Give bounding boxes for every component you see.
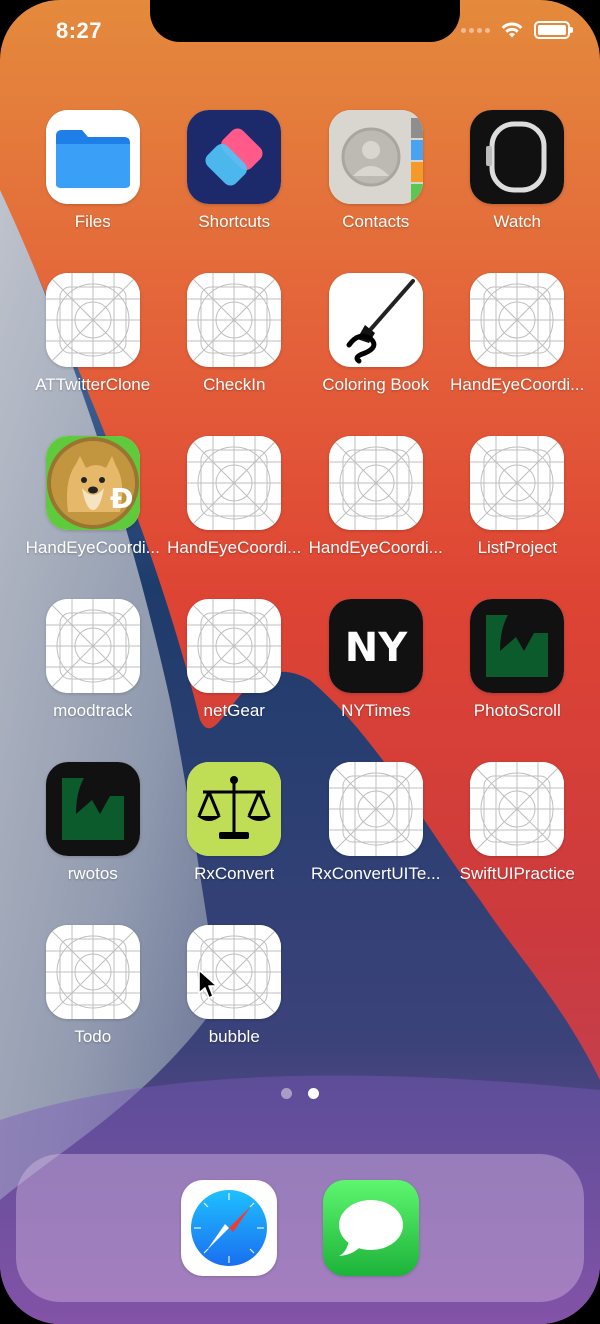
- app-rxconvert[interactable]: RxConvert: [164, 762, 306, 884]
- app-label: HandEyeCoordi...: [308, 538, 443, 557]
- files-icon: [45, 110, 140, 204]
- app-label: Contacts: [342, 212, 410, 231]
- app-label: CheckIn: [203, 375, 266, 394]
- app-handeyecoordi[interactable]: HandEyeCoordi...: [305, 436, 447, 558]
- app-nytimes[interactable]: NY NYTimes: [305, 599, 447, 721]
- app-files[interactable]: Files: [22, 110, 164, 232]
- app-label: HandEyeCoordi...: [25, 538, 160, 557]
- app-label: netGear: [203, 701, 265, 720]
- app-coloring-book[interactable]: Coloring Book: [305, 273, 447, 395]
- app-attwitterclone[interactable]: ATTwitterClone: [22, 273, 164, 395]
- placeholder-app-icon: [187, 273, 282, 367]
- contacts-icon: [328, 110, 423, 204]
- app-label: Watch: [493, 212, 542, 231]
- safari-compass-icon: [191, 1190, 267, 1266]
- app-label: Shortcuts: [198, 212, 271, 231]
- app-label: ATTwitterClone: [35, 375, 151, 394]
- photoscroll-icon: [470, 599, 565, 693]
- status-icons: [461, 21, 573, 39]
- app-watch[interactable]: Watch: [447, 110, 589, 232]
- app-moodtrack[interactable]: moodtrack: [22, 599, 164, 721]
- app-grid: Files Shortcuts Contacts Watch ATTwitterClon…: [22, 110, 588, 1047]
- dock: [16, 1154, 584, 1302]
- app-label: NYTimes: [341, 701, 411, 720]
- page-dot-1[interactable]: [281, 1088, 292, 1099]
- app-rxconvertuite[interactable]: RxConvertUITe...: [305, 762, 447, 884]
- paintbrush-icon: [328, 273, 423, 367]
- placeholder-app-icon: [470, 273, 565, 367]
- wifi-icon: [501, 22, 523, 38]
- app-label: Files: [74, 212, 111, 231]
- placeholder-app-icon: [328, 762, 423, 856]
- app-todo[interactable]: Todo: [22, 925, 164, 1047]
- app-label: Coloring Book: [322, 375, 430, 394]
- notch: [150, 0, 460, 42]
- placeholder-app-icon: [45, 599, 140, 693]
- placeholder-app-icon: [187, 599, 282, 693]
- app-contacts[interactable]: Contacts: [305, 110, 447, 232]
- app-handeyecoordi[interactable]: Ð HandEyeCoordi...: [22, 436, 164, 558]
- status-time: 8:27: [56, 18, 103, 43]
- app-handeyecoordi[interactable]: HandEyeCoordi...: [447, 273, 589, 395]
- home-screen: 8:27 Files Shortcuts Contacts Watch ATTwitte…: [0, 0, 600, 1324]
- doge-coin-icon: Ð: [45, 436, 140, 530]
- placeholder-app-icon: [45, 273, 140, 367]
- app-checkin[interactable]: CheckIn: [164, 273, 306, 395]
- watch-icon: [470, 110, 565, 204]
- mouse-pointer-icon: [198, 969, 218, 999]
- app-label: RxConvertUITe...: [311, 864, 441, 883]
- app-label: HandEyeCoordi...: [167, 538, 302, 557]
- placeholder-app-icon: [470, 762, 565, 856]
- nytimes-icon: NY: [328, 599, 423, 693]
- battery-icon: [534, 21, 573, 39]
- page-dot-2[interactable]: [308, 1088, 319, 1099]
- app-label: rwotos: [67, 864, 118, 883]
- shortcuts-icon: [187, 110, 282, 204]
- app-bubble[interactable]: bubble: [164, 925, 306, 1047]
- placeholder-app-icon: [328, 436, 423, 530]
- app-rwotos[interactable]: rwotos: [22, 762, 164, 884]
- app-swiftuipractice[interactable]: SwiftUIPractice: [447, 762, 589, 884]
- svg-text:Ð: Ð: [110, 482, 133, 515]
- app-label: bubble: [208, 1027, 260, 1046]
- app-netgear[interactable]: netGear: [164, 599, 306, 721]
- placeholder-app-icon: [470, 436, 565, 530]
- messages-bubble-icon: [323, 1180, 419, 1276]
- app-label: HandEyeCoordi...: [450, 375, 585, 394]
- app-label: ListProject: [477, 538, 557, 557]
- cellular-signal-icon: [461, 27, 490, 33]
- page-indicator[interactable]: [0, 1088, 600, 1099]
- app-label: RxConvert: [194, 864, 275, 883]
- scales-icon: [187, 762, 282, 856]
- placeholder-app-icon: [45, 925, 140, 1019]
- app-label: moodtrack: [53, 701, 133, 720]
- safari-app[interactable]: [181, 1180, 277, 1276]
- app-label: SwiftUIPractice: [459, 864, 575, 883]
- placeholder-app-icon: [187, 436, 282, 530]
- app-label: PhotoScroll: [473, 701, 561, 720]
- app-listproject[interactable]: ListProject: [447, 436, 589, 558]
- app-photoscroll[interactable]: PhotoScroll: [447, 599, 589, 721]
- messages-app[interactable]: [323, 1180, 419, 1276]
- app-shortcuts[interactable]: Shortcuts: [164, 110, 306, 232]
- app-label: Todo: [74, 1027, 112, 1046]
- app-handeyecoordi[interactable]: HandEyeCoordi...: [164, 436, 306, 558]
- rwotos-icon: [45, 762, 140, 856]
- svg-text:NY: NY: [345, 625, 408, 671]
